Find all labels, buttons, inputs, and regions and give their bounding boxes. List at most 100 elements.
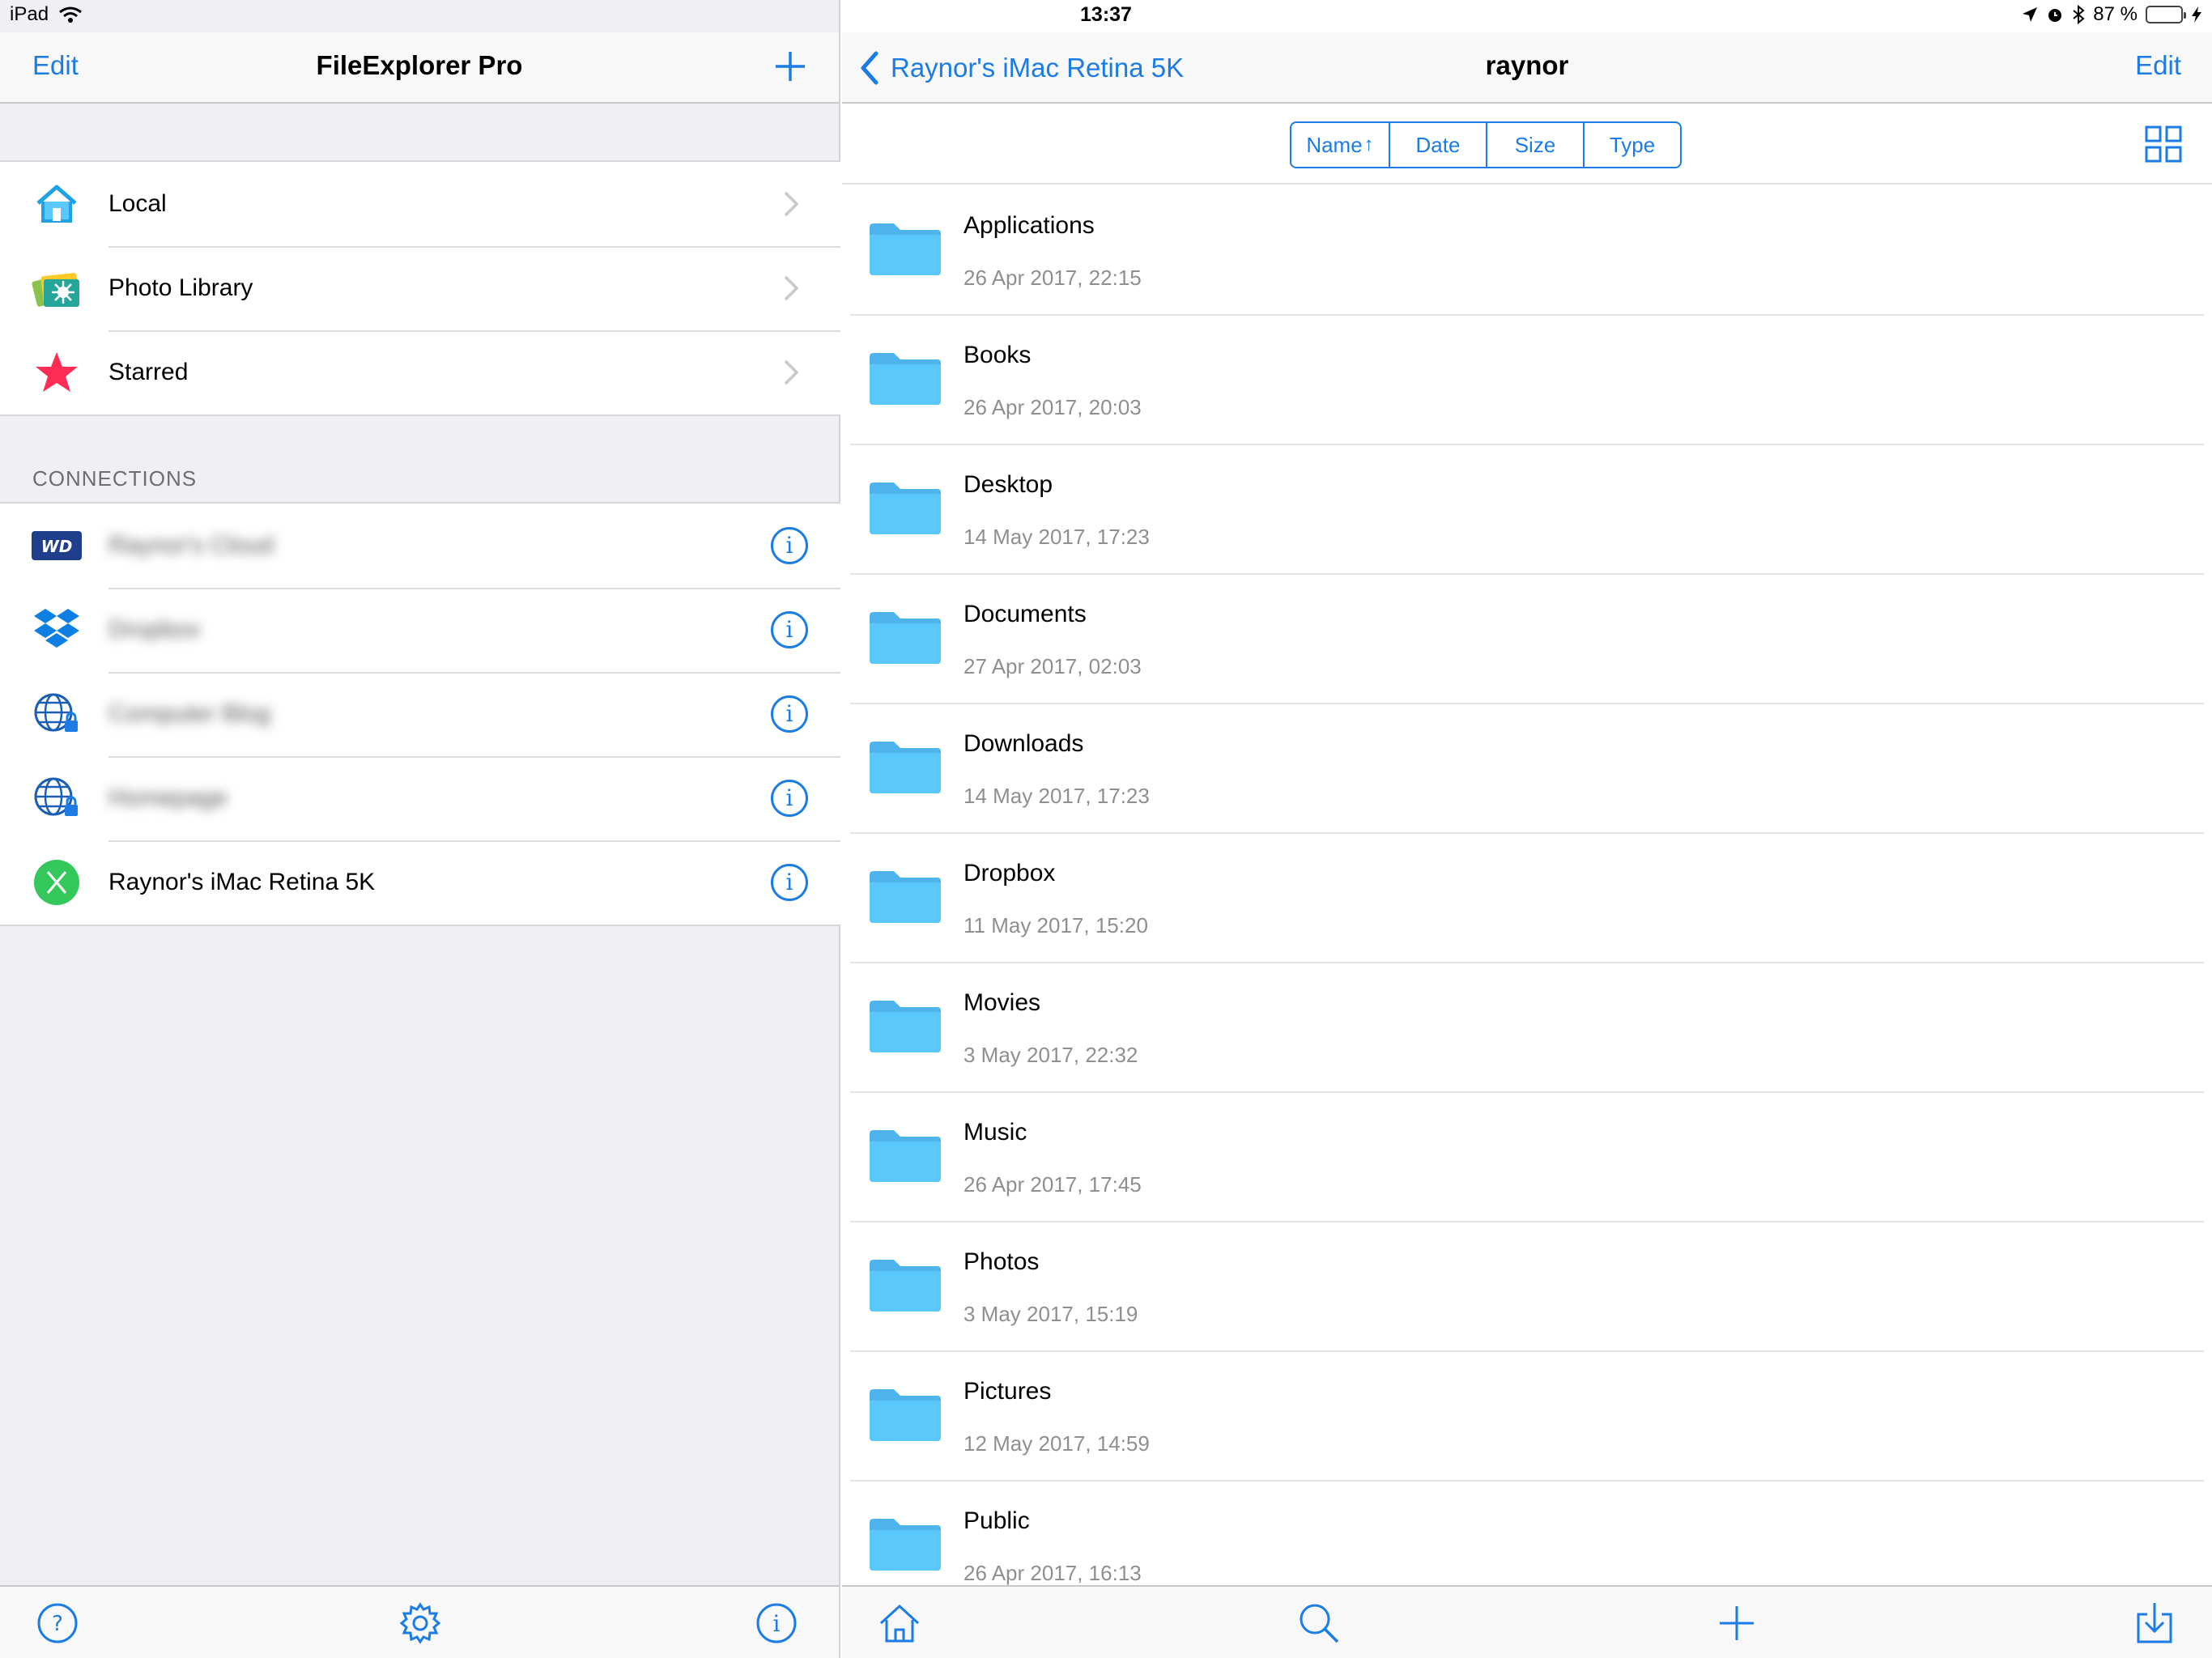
connection-label: Raynor's iMac Retina 5K bbox=[108, 869, 376, 895]
info-button[interactable]: i bbox=[771, 611, 808, 648]
file-date: 3 May 2017, 22:32 bbox=[963, 1043, 1138, 1067]
about-button[interactable]: i bbox=[753, 1600, 800, 1647]
folder-icon bbox=[870, 612, 941, 664]
sort-by-size[interactable]: Size bbox=[1486, 123, 1583, 167]
browser-edit-button[interactable]: Edit bbox=[2135, 50, 2181, 81]
file-row[interactable]: Music 26 Apr 2017, 17:45 bbox=[842, 1093, 2212, 1222]
wd-icon: WD bbox=[31, 523, 83, 568]
file-name: Movies bbox=[963, 989, 1041, 1016]
file-name: Public bbox=[963, 1507, 1030, 1534]
add-file-button[interactable] bbox=[1713, 1600, 1760, 1647]
file-name: Applications bbox=[963, 212, 1095, 239]
file-date: 14 May 2017, 17:23 bbox=[963, 525, 1150, 549]
settings-button[interactable] bbox=[397, 1600, 444, 1647]
file-date: 26 Apr 2017, 22:15 bbox=[963, 266, 1142, 290]
file-row[interactable]: Desktop 14 May 2017, 17:23 bbox=[842, 445, 2212, 575]
bluetooth-icon bbox=[2073, 5, 2085, 24]
plus-icon bbox=[1720, 1606, 1754, 1640]
sidebar-item-local[interactable]: Local bbox=[0, 162, 840, 246]
file-row[interactable]: Movies 3 May 2017, 22:32 bbox=[842, 963, 2212, 1093]
file-row[interactable]: Books 26 Apr 2017, 20:03 bbox=[842, 316, 2212, 445]
download-tray-icon bbox=[2137, 1603, 2172, 1643]
file-row[interactable]: Photos 3 May 2017, 15:19 bbox=[842, 1222, 2212, 1352]
file-row[interactable]: Dropbox 11 May 2017, 15:20 bbox=[842, 834, 2212, 963]
connection-label: Computer Blog bbox=[108, 700, 271, 727]
file-row[interactable]: Public 26 Apr 2017, 16:13 bbox=[842, 1482, 2212, 1585]
status-bar-left: iPad bbox=[10, 3, 83, 26]
sidebar-toolbar: ? i bbox=[0, 1585, 839, 1658]
sidebar-item-label: Starred bbox=[108, 359, 189, 385]
info-button[interactable]: i bbox=[771, 695, 808, 733]
info-button[interactable]: i bbox=[771, 864, 808, 901]
sort-by-name[interactable]: Name ↑ bbox=[1291, 123, 1389, 167]
folder-icon bbox=[870, 1001, 941, 1052]
location-arrow-icon bbox=[2023, 7, 2038, 22]
star-icon bbox=[31, 350, 83, 395]
file-row[interactable]: Documents 27 Apr 2017, 02:03 bbox=[842, 575, 2212, 704]
sidebar-item-photo-library[interactable]: Photo Library bbox=[0, 246, 840, 330]
sort-by-type[interactable]: Type bbox=[1583, 123, 1680, 167]
file-date: 26 Apr 2017, 16:13 bbox=[963, 1561, 1142, 1585]
sort-ascending-icon: ↑ bbox=[1363, 134, 1374, 155]
folder-icon bbox=[870, 1130, 941, 1182]
folder-icon bbox=[870, 223, 941, 275]
home-button[interactable] bbox=[876, 1600, 923, 1647]
sort-label: Size bbox=[1514, 132, 1556, 157]
file-row[interactable]: Downloads 14 May 2017, 17:23 bbox=[842, 704, 2212, 834]
file-name: Music bbox=[963, 1119, 1027, 1146]
connection-item[interactable]: Computer Blog i bbox=[0, 672, 840, 756]
connection-label: Dropbox bbox=[108, 616, 201, 643]
sort-label: Date bbox=[1415, 132, 1461, 157]
sidebar-item-starred[interactable]: Starred bbox=[0, 330, 840, 414]
folder-icon bbox=[870, 1260, 941, 1312]
file-date: 12 May 2017, 14:59 bbox=[963, 1431, 1150, 1456]
grid-view-icon[interactable] bbox=[2144, 125, 2183, 164]
charging-bolt-icon bbox=[2192, 6, 2201, 23]
dropbox-icon bbox=[31, 607, 83, 653]
svg-text:?: ? bbox=[52, 1612, 63, 1636]
connection-item[interactable]: Dropbox i bbox=[0, 588, 840, 672]
info-button[interactable]: i bbox=[771, 527, 808, 564]
sort-label: Type bbox=[1609, 132, 1656, 157]
search-button[interactable] bbox=[1295, 1600, 1342, 1647]
file-row[interactable]: Pictures 12 May 2017, 14:59 bbox=[842, 1352, 2212, 1482]
globe-lock-icon bbox=[31, 776, 83, 821]
sidebar-pane: Edit FileExplorer Pro Local Photo Librar… bbox=[0, 0, 840, 1658]
add-connection-button[interactable] bbox=[772, 49, 808, 91]
file-name: Documents bbox=[963, 601, 1087, 627]
file-row[interactable]: Applications 26 Apr 2017, 22:15 bbox=[842, 186, 2212, 316]
file-date: 27 Apr 2017, 02:03 bbox=[963, 654, 1142, 678]
connection-item[interactable]: Raynor's iMac Retina 5K i bbox=[0, 840, 840, 925]
status-bar-right: 87 % bbox=[2022, 3, 2202, 26]
wifi-icon bbox=[59, 6, 82, 23]
search-icon bbox=[1300, 1604, 1339, 1643]
back-button[interactable]: Raynor's iMac Retina 5K bbox=[858, 50, 1184, 86]
file-name: Dropbox bbox=[963, 860, 1056, 886]
file-name: Pictures bbox=[963, 1378, 1052, 1405]
house-outline-icon bbox=[879, 1604, 920, 1643]
file-date: 26 Apr 2017, 17:45 bbox=[963, 1172, 1142, 1197]
back-button-label: Raynor's iMac Retina 5K bbox=[891, 53, 1185, 83]
battery-percentage: 87 % bbox=[2093, 3, 2138, 25]
chevron-left-icon bbox=[861, 51, 878, 85]
app-title: FileExplorer Pro bbox=[316, 50, 523, 80]
file-date: 11 May 2017, 15:20 bbox=[963, 913, 1148, 937]
sort-by-date[interactable]: Date bbox=[1389, 123, 1486, 167]
info-button[interactable]: i bbox=[771, 780, 808, 817]
help-button[interactable]: ? bbox=[34, 1600, 81, 1647]
folder-icon bbox=[870, 742, 941, 793]
connection-label: Homepage bbox=[108, 784, 228, 811]
info-icon: i bbox=[756, 1603, 797, 1643]
file-browser-pane: Raynor's iMac Retina 5K raynor Edit Name… bbox=[842, 0, 2212, 1658]
browser-navbar: Raynor's iMac Retina 5K raynor Edit bbox=[842, 32, 2212, 104]
status-bar: iPad 13:37 87 % bbox=[0, 0, 2212, 32]
svg-text:i: i bbox=[773, 1610, 781, 1637]
question-icon: ? bbox=[37, 1603, 78, 1643]
folder-icon bbox=[870, 483, 941, 534]
connection-item[interactable]: Homepage i bbox=[0, 756, 840, 840]
connection-item[interactable]: WD Raynor's Cloud i bbox=[0, 504, 840, 588]
import-button[interactable] bbox=[2131, 1600, 2178, 1647]
chevron-right-icon bbox=[784, 275, 799, 301]
clock: 13:37 bbox=[1080, 3, 1132, 26]
sidebar-edit-button[interactable]: Edit bbox=[32, 50, 79, 81]
